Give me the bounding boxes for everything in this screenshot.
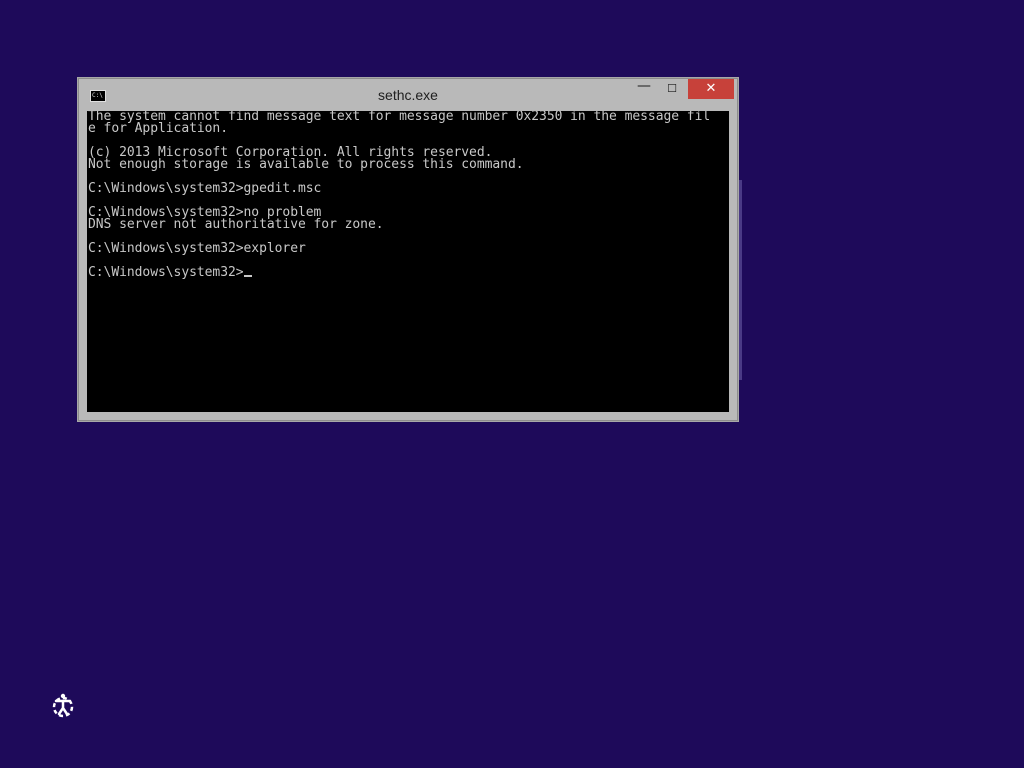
text-cursor xyxy=(243,275,252,277)
console-line: C:\Windows\system32>gpedit.msc xyxy=(88,181,322,196)
console-line: DNS server not authoritative for zone. xyxy=(88,217,384,232)
console-prompt: C:\Windows\system32> xyxy=(88,265,244,280)
console-prompt-line[interactable]: C:\Windows\system32> xyxy=(88,265,729,280)
console-line: Not enough storage is available to proce… xyxy=(88,157,524,172)
console-line: e for Application. xyxy=(88,121,228,136)
console-output[interactable]: The system cannot find message text for … xyxy=(87,111,729,412)
title-bar[interactable]: C:\ sethc.exe — ☐ ✕ xyxy=(79,79,737,111)
ease-of-access-icon[interactable] xyxy=(50,692,78,720)
console-line: C:\Windows\system32>explorer xyxy=(88,241,306,256)
close-button[interactable]: ✕ xyxy=(688,79,734,99)
minimize-button[interactable]: — xyxy=(631,79,657,99)
maximize-button[interactable]: ☐ xyxy=(659,79,685,99)
console-window[interactable]: C:\ sethc.exe — ☐ ✕ The system cannot fi… xyxy=(78,78,738,421)
